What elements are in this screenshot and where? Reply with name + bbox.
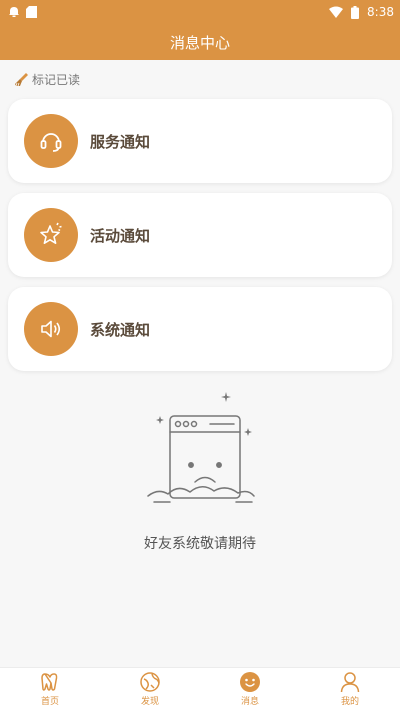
system-notification-label: 系统通知 [90, 320, 151, 339]
activity-notification-label: 活动通知 [90, 226, 151, 245]
tab-home[interactable]: 首页 [0, 668, 100, 710]
tab-discover-label: 发现 [140, 697, 159, 707]
tab-messages[interactable]: 消息 [200, 668, 300, 710]
mark-read-label: 标记已读 [32, 73, 81, 87]
notification-icon [9, 7, 19, 17]
tab-home-label: 首页 [40, 697, 59, 707]
page-title: 消息中心 [169, 33, 230, 52]
message-icon [240, 672, 260, 692]
sad-window-icon [147, 392, 255, 503]
star-icon [40, 222, 62, 244]
headset-icon [40, 133, 62, 152]
battery-icon [351, 5, 360, 19]
empty-state-text: 好友系统敬请期待 [144, 536, 256, 552]
activity-icon-badge [24, 208, 78, 262]
tab-messages-label: 消息 [240, 697, 259, 707]
tab-profile[interactable]: 我的 [300, 668, 400, 710]
service-notification-label: 服务通知 [90, 132, 151, 151]
profile-icon [340, 672, 360, 693]
home-icon [41, 673, 58, 691]
speaker-icon [41, 320, 61, 338]
broom-icon [15, 72, 28, 86]
status-right: 8:38 [329, 5, 394, 19]
service-notification-item[interactable]: 服务通知 [8, 99, 392, 183]
bottom-tab-bar: 首页 发现 消息 我的 [0, 667, 400, 710]
tab-discover[interactable]: 发现 [100, 668, 200, 710]
compass-icon [140, 672, 160, 692]
system-notification-item[interactable]: 系统通知 [8, 287, 392, 371]
activity-notification-item[interactable]: 活动通知 [8, 193, 392, 277]
service-icon-badge [24, 114, 78, 168]
status-time: 8:38 [367, 5, 394, 19]
tab-profile-label: 我的 [340, 697, 359, 707]
app-header: 消息中心 [0, 24, 400, 60]
sd-card-icon [26, 6, 37, 18]
system-icon-badge [24, 302, 78, 356]
wifi-icon [329, 6, 344, 18]
status-bar: 8:38 [0, 0, 400, 24]
mark-read-button[interactable]: 标记已读 [14, 71, 80, 88]
status-left [8, 6, 37, 18]
